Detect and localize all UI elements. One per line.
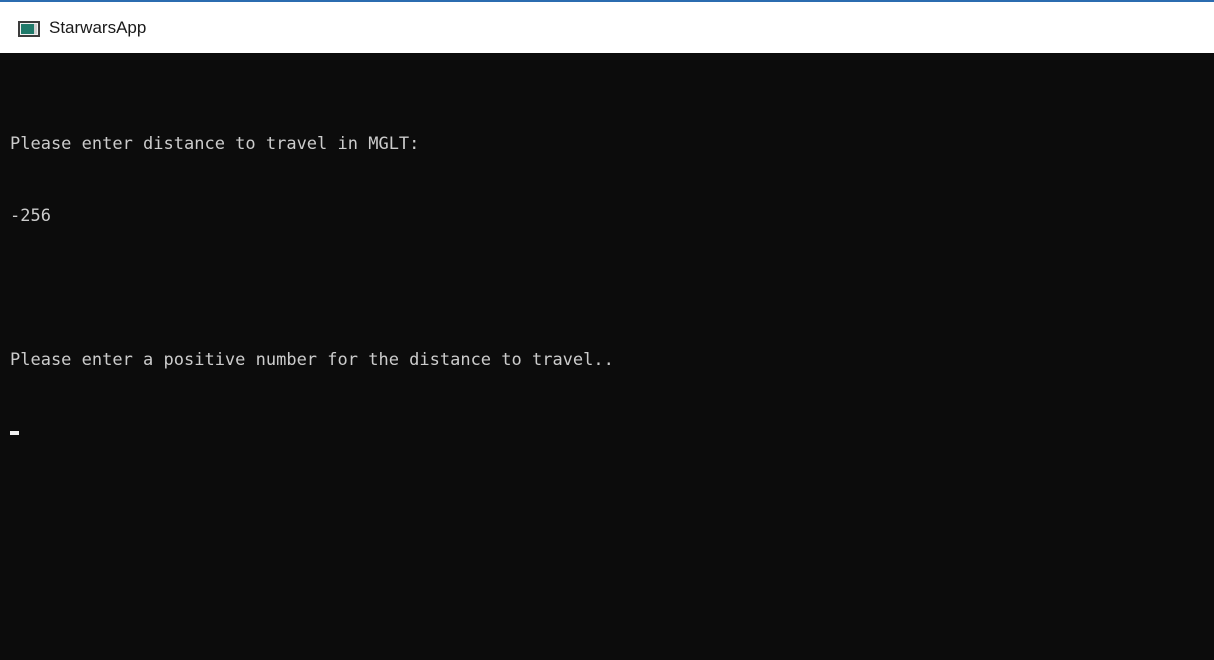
app-icon-screen (21, 24, 34, 34)
console-window: StarwarsApp Please enter distance to tra… (0, 0, 1214, 660)
app-icon-bar (34, 24, 37, 34)
text-cursor (10, 431, 19, 435)
window-title: StarwarsApp (49, 18, 147, 37)
console-app-icon[interactable] (18, 21, 40, 37)
console-line: Please enter a positive number for the d… (10, 350, 614, 370)
console-area[interactable]: Please enter distance to travel in MGLT:… (0, 53, 1214, 660)
console-line: -256 (10, 206, 51, 226)
console-line: Please enter distance to travel in MGLT: (10, 134, 420, 154)
console-input-line[interactable] (10, 420, 614, 444)
title-bar[interactable]: StarwarsApp (0, 2, 1214, 53)
console-output: Please enter distance to travel in MGLT:… (10, 84, 614, 492)
